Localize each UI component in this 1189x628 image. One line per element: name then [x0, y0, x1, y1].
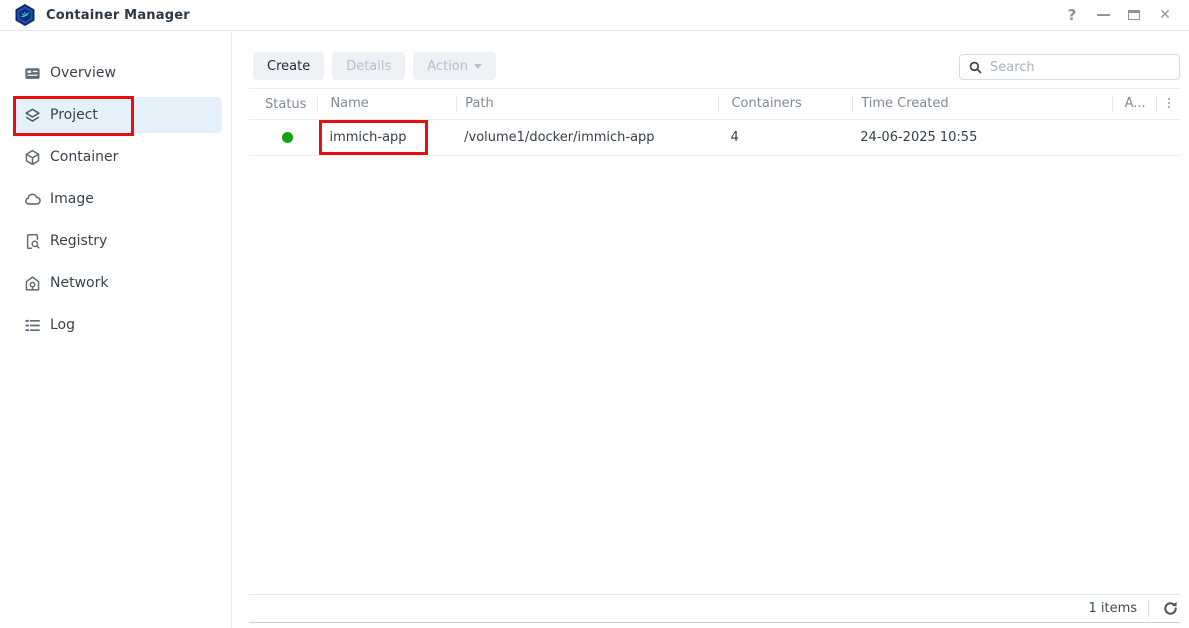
sidebar-item-registry[interactable]: Registry — [13, 223, 222, 259]
footer-bar: 1 items — [249, 594, 1180, 623]
sidebar-item-label: Network — [50, 275, 108, 291]
sidebar-item-overview[interactable]: Overview — [13, 55, 222, 91]
sidebar-item-label: Image — [50, 191, 94, 207]
row-status-cell — [249, 132, 317, 143]
sidebar-item-label: Container — [50, 149, 118, 165]
overview-dashboard-icon — [24, 65, 41, 82]
sidebar-item-log[interactable]: Log — [13, 307, 222, 343]
registry-search-icon — [24, 233, 41, 250]
table-row[interactable]: immich-app /volume1/docker/immich-app 4 … — [249, 120, 1180, 156]
row-time-created-cell: 24-06-2025 10:55 — [852, 130, 1111, 145]
details-button[interactable]: Details — [332, 52, 405, 80]
help-icon[interactable]: ? — [1063, 6, 1081, 24]
maximize-icon[interactable] — [1125, 6, 1143, 24]
row-containers-cell: 4 — [718, 130, 852, 145]
create-button[interactable]: Create — [253, 52, 324, 80]
items-count: 1 items — [1088, 601, 1137, 616]
column-header-action[interactable]: A... — [1112, 96, 1157, 112]
window-controls: ? ✕ — [1063, 6, 1189, 24]
action-button-label: Action — [427, 59, 468, 74]
main-content: Create Details Action Status Name Path C… — [233, 32, 1189, 628]
column-header-containers[interactable]: Containers — [718, 96, 852, 112]
row-path-cell: /volume1/docker/immich-app — [456, 130, 718, 145]
chevron-down-icon — [474, 64, 482, 69]
footer-divider — [1148, 601, 1149, 617]
list-icon — [24, 317, 41, 334]
kebab-menu-icon — [1162, 96, 1176, 110]
search-input[interactable] — [990, 60, 1171, 75]
refresh-icon — [1162, 600, 1179, 617]
cloud-icon — [24, 191, 41, 208]
cube-icon — [24, 149, 41, 166]
column-header-time-created[interactable]: Time Created — [852, 96, 1111, 112]
column-options-button[interactable] — [1156, 96, 1180, 112]
sidebar: Overview Project Container Image — [0, 32, 232, 628]
status-running-dot — [282, 132, 293, 143]
sidebar-item-label: Project — [50, 107, 98, 123]
minimize-icon[interactable] — [1094, 6, 1112, 24]
app-window: Container Manager ? ✕ Overview Project — [0, 0, 1189, 628]
app-title: Container Manager — [46, 8, 190, 23]
refresh-button[interactable] — [1160, 599, 1180, 619]
row-name-cell[interactable]: immich-app — [317, 130, 456, 145]
sidebar-item-project[interactable]: Project — [13, 97, 222, 133]
sidebar-item-container[interactable]: Container — [13, 139, 222, 175]
sidebar-item-network[interactable]: Network — [13, 265, 222, 301]
network-hub-icon — [24, 275, 41, 292]
titlebar: Container Manager ? ✕ — [0, 0, 1189, 31]
action-button[interactable]: Action — [413, 52, 496, 80]
close-icon[interactable]: ✕ — [1156, 6, 1174, 24]
column-header-path[interactable]: Path — [456, 96, 718, 112]
sidebar-item-label: Overview — [50, 65, 116, 81]
project-table: Status Name Path Containers Time Created… — [249, 88, 1180, 156]
layers-icon — [24, 107, 41, 124]
search-icon — [968, 60, 983, 75]
table-header: Status Name Path Containers Time Created… — [249, 88, 1180, 120]
search-box — [959, 54, 1180, 80]
column-header-name[interactable]: Name — [317, 96, 456, 112]
sidebar-item-image[interactable]: Image — [13, 181, 222, 217]
container-manager-logo-icon — [13, 3, 37, 27]
column-header-status[interactable]: Status — [249, 97, 317, 112]
toolbar: Create Details Action — [253, 52, 496, 80]
sidebar-item-label: Registry — [50, 233, 107, 249]
sidebar-item-label: Log — [50, 317, 75, 333]
